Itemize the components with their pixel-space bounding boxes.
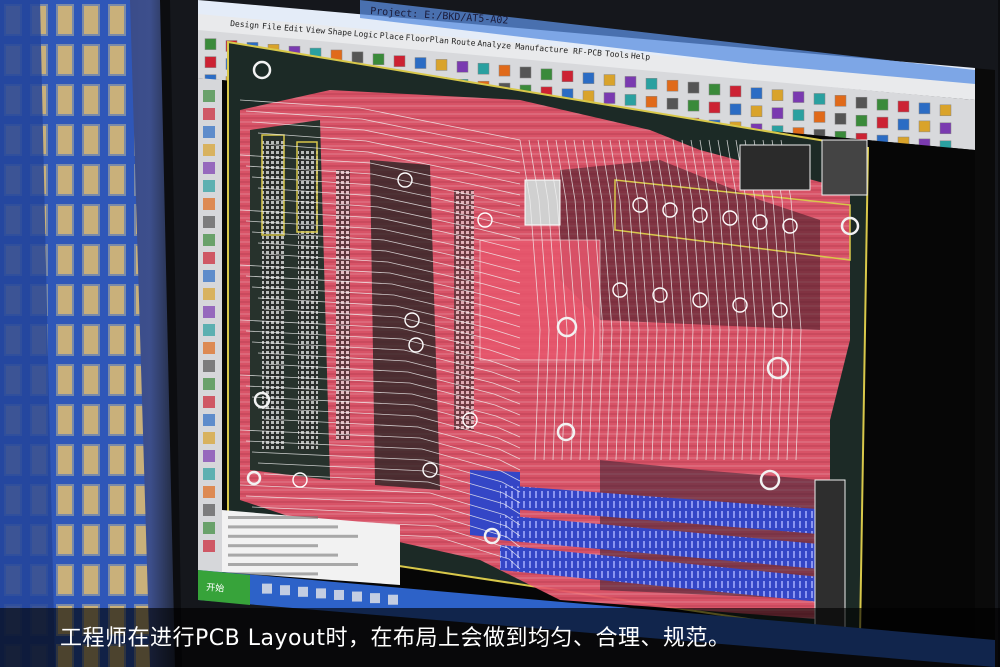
toolbar-button-icon[interactable] — [750, 105, 763, 118]
photo-scene: Project: E:/BKD/AT5-A02 Design File Edit… — [0, 0, 1000, 667]
toolbar-button-icon[interactable] — [939, 104, 952, 117]
toolbar-button-icon[interactable] — [708, 101, 721, 114]
toolbar-button-icon[interactable] — [939, 122, 952, 135]
toolbar-button-icon[interactable] — [435, 59, 448, 71]
toolbar-button-icon[interactable] — [918, 120, 931, 133]
toolbar-button-icon[interactable] — [414, 57, 427, 69]
left-tool-icon[interactable] — [203, 504, 215, 516]
status-line — [228, 516, 318, 519]
toolbar-button-icon[interactable] — [771, 89, 784, 101]
menu-item-edit[interactable]: Edit — [284, 23, 304, 34]
menu-item-file[interactable]: File — [262, 22, 282, 33]
toolbar-button-icon[interactable] — [687, 81, 700, 94]
toolbar-button-icon[interactable] — [729, 85, 742, 98]
toolbar-button-icon[interactable] — [897, 100, 910, 113]
left-tool-icon[interactable] — [203, 162, 215, 174]
taskbar-icon[interactable] — [352, 591, 362, 602]
toolbar-button-icon[interactable] — [771, 107, 784, 119]
scene-svg: Project: E:/BKD/AT5-A02 Design File Edit… — [0, 0, 1000, 667]
toolbar-button-icon[interactable] — [603, 92, 616, 104]
toolbar-button-icon[interactable] — [813, 93, 826, 105]
status-line — [228, 563, 358, 566]
left-tool-icon[interactable] — [203, 234, 215, 246]
status-line — [228, 525, 338, 529]
toolbar-button-icon[interactable] — [393, 55, 406, 67]
left-tool-icon[interactable] — [203, 522, 215, 534]
toolbar-button-icon[interactable] — [540, 68, 553, 81]
toolbar-button-icon[interactable] — [498, 64, 511, 77]
toolbar-button-icon[interactable] — [624, 76, 637, 88]
toolbar-button-icon[interactable] — [687, 99, 700, 112]
toolbar-button-icon[interactable] — [666, 97, 679, 110]
toolbar-button-icon[interactable] — [834, 113, 847, 125]
left-tool-icon[interactable] — [203, 90, 215, 102]
left-tool-icon[interactable] — [203, 360, 215, 372]
toolbar-button-icon[interactable] — [918, 102, 931, 115]
status-line — [228, 534, 358, 538]
left-tool-icon[interactable] — [203, 396, 215, 408]
left-tool-icon[interactable] — [203, 108, 215, 120]
taskbar-icon[interactable] — [280, 585, 290, 596]
toolbar-button-icon[interactable] — [792, 91, 805, 103]
left-tool-icon[interactable] — [203, 198, 215, 210]
taskbar-icon[interactable] — [298, 586, 308, 597]
toolbar-button-icon[interactable] — [855, 96, 868, 109]
toolbar-button-icon[interactable] — [897, 118, 910, 131]
blue-crate — [0, 0, 150, 667]
toolbar-button-icon[interactable] — [456, 61, 469, 73]
left-tool-icon[interactable] — [203, 342, 215, 354]
status-line — [228, 553, 338, 557]
toolbar-button-icon[interactable] — [582, 90, 595, 102]
toolbar-button-icon[interactable] — [750, 87, 763, 100]
toolbar-button-icon[interactable] — [519, 66, 532, 79]
toolbar-button-icon[interactable] — [582, 72, 595, 84]
toolbar-button-icon[interactable] — [876, 116, 889, 129]
left-tool-icon[interactable] — [203, 252, 215, 264]
toolbar-button-icon[interactable] — [204, 56, 217, 68]
menu-item-view[interactable]: View — [306, 25, 326, 36]
left-tool-icon[interactable] — [203, 270, 215, 282]
left-tool-icon[interactable] — [203, 486, 215, 498]
toolbar-button-icon[interactable] — [876, 98, 889, 111]
taskbar-icon[interactable] — [334, 589, 344, 600]
toolbar-button-icon[interactable] — [603, 74, 616, 86]
left-tool-icon[interactable] — [203, 540, 215, 552]
menu-item-help[interactable]: Help — [631, 51, 651, 62]
left-tool-icon[interactable] — [203, 306, 215, 318]
left-tool-icon[interactable] — [203, 324, 215, 336]
toolbar-button-icon[interactable] — [624, 94, 637, 106]
toolbar-button-icon[interactable] — [645, 78, 658, 90]
toolbar-button-icon[interactable] — [666, 79, 679, 92]
left-tool-icon[interactable] — [203, 450, 215, 462]
screen: Project: E:/BKD/AT5-A02 Design File Edit… — [198, 0, 995, 667]
taskbar-icon[interactable] — [316, 588, 326, 599]
toolbar-button-icon[interactable] — [792, 109, 805, 121]
left-tool-icon[interactable] — [203, 144, 215, 156]
status-line — [228, 544, 318, 548]
toolbar-button-icon[interactable] — [855, 114, 868, 127]
taskbar-icon[interactable] — [262, 583, 272, 594]
left-tool-icon[interactable] — [203, 126, 215, 138]
toolbar-button-icon[interactable] — [561, 70, 574, 83]
left-toolbar — [198, 78, 222, 585]
toolbar-button-icon[interactable] — [351, 51, 364, 64]
left-tool-icon[interactable] — [203, 216, 215, 228]
left-tool-icon[interactable] — [203, 378, 215, 390]
toolbar-button-icon[interactable] — [477, 62, 490, 75]
toolbar-button-icon[interactable] — [834, 95, 847, 107]
taskbar-icon[interactable] — [370, 593, 380, 604]
toolbar-button-icon[interactable] — [204, 38, 217, 50]
toolbar-button-icon[interactable] — [813, 111, 826, 123]
left-tool-icon[interactable] — [203, 414, 215, 426]
toolbar-button-icon[interactable] — [729, 103, 742, 116]
toolbar-button-icon[interactable] — [645, 96, 658, 108]
toolbar-button-icon[interactable] — [708, 83, 721, 96]
left-tool-icon[interactable] — [203, 432, 215, 444]
toolbar-button-icon[interactable] — [372, 53, 385, 65]
taskbar-icon[interactable] — [388, 594, 398, 605]
left-tool-icon[interactable] — [203, 288, 215, 300]
left-tool-icon[interactable] — [203, 468, 215, 480]
left-tool-icon[interactable] — [203, 180, 215, 192]
photo-caption: 工程师在进行PCB Layout时，在布局上会做到均匀、合理、规范。 — [60, 626, 731, 651]
